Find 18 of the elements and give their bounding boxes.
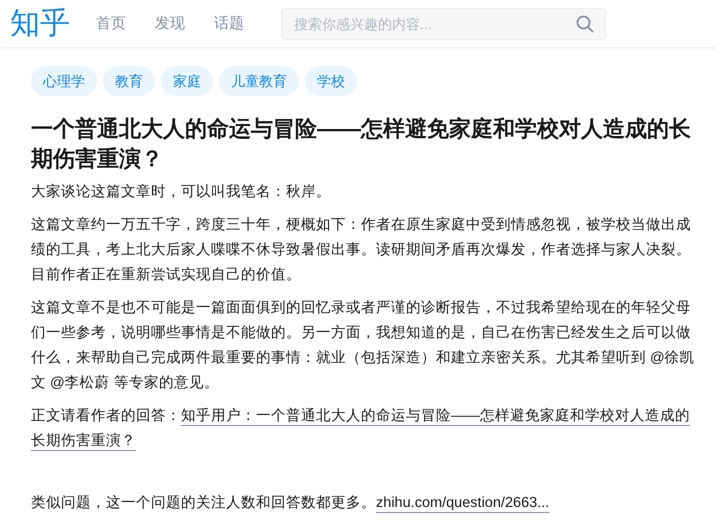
search-field[interactable]: 搜索你感兴趣的内容... (281, 8, 606, 40)
topic-tag[interactable]: 儿童教育 (219, 66, 299, 96)
topic-tag[interactable]: 心理学 (31, 66, 97, 96)
topic-tag[interactable]: 学校 (305, 66, 357, 96)
paragraph: 这篇文章约一万五千字，跨度三十年，梗概如下：作者在原生家庭中受到情感忽视，被学校当做出成绩的工具，考上北大后家人喋喋不休导致暑假出事。读研期间矛盾再次爆发，作者选择与家人决裂。目前作者正在重新尝试实现自己的价值。 (31, 216, 692, 285)
paragraph: 类似问题，这一个问题的关注人数和回答数都更多。zhihu.com/question/2663... (31, 494, 550, 513)
nav-link[interactable]: 首页 (96, 14, 126, 33)
search-icon[interactable] (576, 14, 594, 32)
logo[interactable]: 知乎 (10, 8, 70, 38)
paragraph: 这篇文章不是也不可能是一篇面面俱到的回忆录或者严谨的诊断报告，不过我希望给现在的年轻父母们一些参考，说明哪些事情是不能做的。另一方面，我想知道的是，自己在伤害已经发生之后可以做什么，来帮助自己完成两件最重要的事情：就业（包括深造）和建立亲密关系。尤其希望听到 @徐凯文 @李松蔚 等专家的意见。 (31, 298, 696, 393)
paragraph: 大家谈论这篇文章时，可以叫我笔名：秋岸。 (31, 182, 332, 202)
topic-tag[interactable]: 家庭 (161, 66, 213, 96)
nav-link[interactable]: 发现 (155, 14, 185, 33)
topic-tag[interactable]: 教育 (103, 66, 155, 96)
question-title: 一个普通北大人的命运与冒险——怎样避免家庭和学校对人造成的长期伤害重演？ (31, 115, 692, 173)
nav-link[interactable]: 话题 (214, 14, 244, 33)
link[interactable]: zhihu.com/question/2663... (376, 495, 550, 511)
paragraph: 正文请看作者的回答：知乎用户：一个普通北大人的命运与冒险——怎样避免家庭和学校对人造成的长期伤害重演？ (31, 406, 691, 451)
